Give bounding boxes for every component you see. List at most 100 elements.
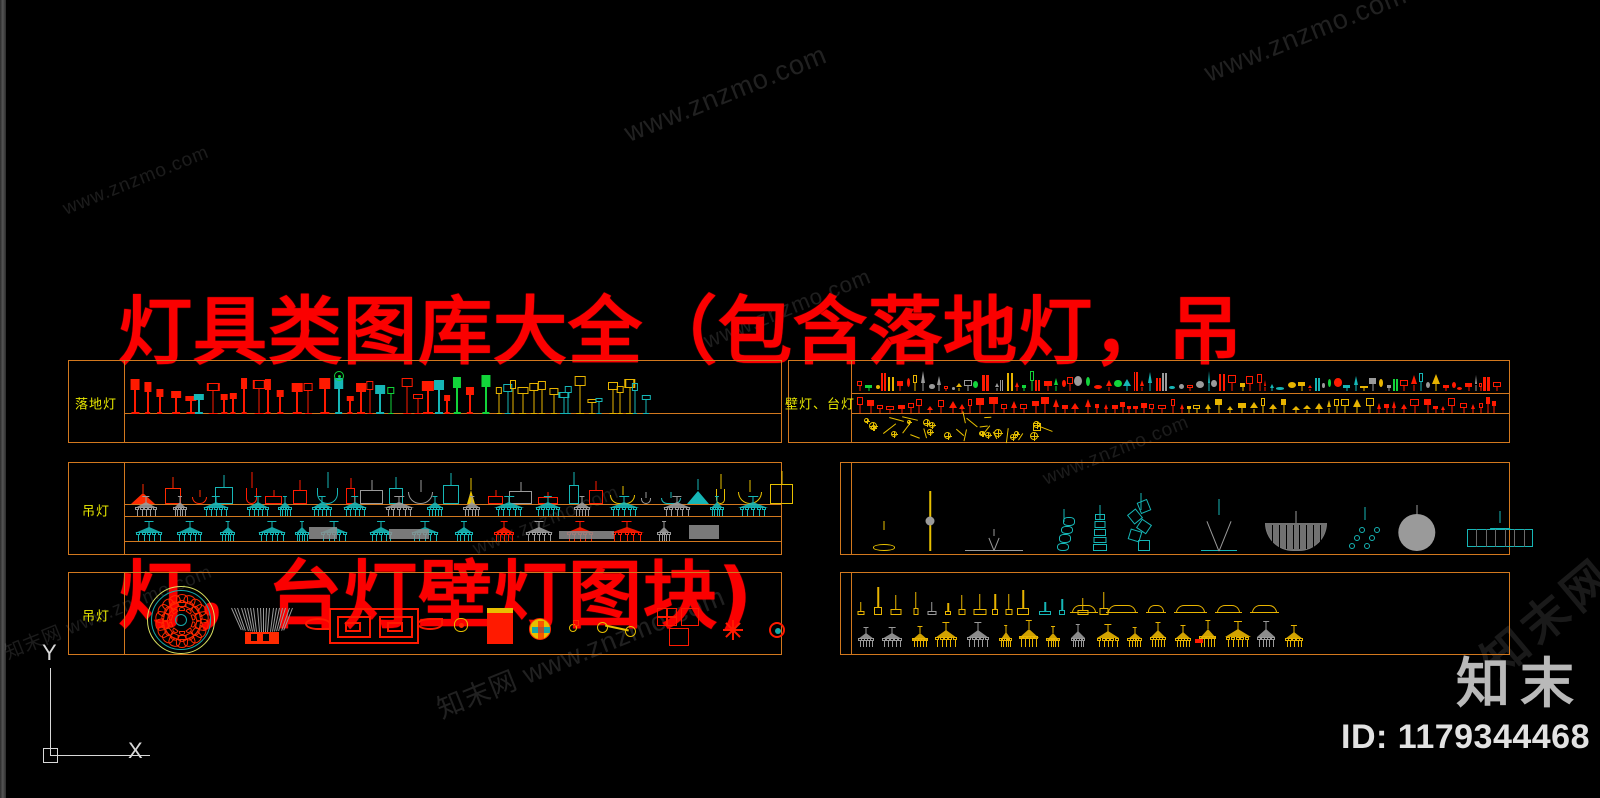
cad-block	[1480, 387, 1481, 391]
cad-block	[1286, 640, 1288, 647]
cad-block	[1328, 375, 1331, 391]
cad-block	[1364, 543, 1370, 549]
cad-block	[666, 535, 668, 541]
cad-block	[1207, 371, 1210, 391]
cad-block	[262, 510, 264, 516]
cad-block	[481, 375, 491, 414]
cad-block	[923, 491, 937, 551]
cad-block	[452, 377, 462, 414]
cad-block	[1213, 638, 1215, 647]
cad-block	[867, 400, 874, 413]
cad-block	[1054, 378, 1058, 391]
cad-block	[926, 420, 928, 427]
cad-block	[553, 510, 554, 516]
cad-block	[1443, 385, 1449, 391]
cad-block	[956, 383, 962, 391]
cad-block	[414, 413, 422, 414]
panel-pendant-lamp-right[interactable]	[840, 462, 1533, 555]
cad-block	[1378, 409, 1380, 413]
cad-block	[1169, 384, 1175, 391]
cad-block	[432, 510, 433, 516]
cad-block	[595, 398, 603, 414]
drawing-title: 灯具类图库大全（包含落地灯，吊 灯，台灯壁灯图块)	[118, 112, 1438, 798]
panel-wall-table-lamp[interactable]: 壁灯、台灯	[785, 360, 1510, 443]
cad-block	[1050, 640, 1052, 647]
cad-block	[526, 532, 531, 536]
cad-block	[892, 641, 893, 647]
cad-block	[533, 391, 535, 414]
cad-block	[1393, 408, 1395, 413]
cad-block	[618, 510, 620, 516]
cad-block	[1126, 386, 1128, 391]
cad-block	[989, 397, 998, 413]
cad-block	[309, 527, 337, 539]
cad-block	[898, 638, 902, 642]
panel-pendant-lamp-bottom-left[interactable]: 吊灯	[68, 572, 785, 655]
cad-block	[1133, 406, 1138, 413]
cad-block	[1270, 636, 1275, 640]
cad-block	[1055, 638, 1060, 642]
cad-block	[345, 622, 361, 632]
cad-block	[947, 603, 949, 612]
cad-block	[434, 412, 443, 414]
cad-block	[1272, 409, 1274, 413]
cad-block	[159, 535, 161, 541]
cad-block	[781, 471, 782, 485]
cad-block	[1263, 380, 1266, 386]
red-lantern-icon	[487, 608, 513, 644]
cad-block	[1037, 380, 1040, 391]
cad-block	[1106, 603, 1138, 613]
cad-block	[955, 428, 965, 437]
cad-block	[1259, 382, 1260, 391]
cad-block	[1020, 638, 1022, 647]
cad-block	[376, 535, 378, 541]
cad-block	[269, 532, 274, 536]
cad-block	[1256, 621, 1276, 647]
cad-block	[471, 510, 473, 516]
panel-pendant-lamp-bottom-right[interactable]	[840, 572, 1510, 655]
panel-pendant-lamp-left[interactable]: 吊灯	[68, 462, 793, 555]
cad-block	[876, 383, 880, 391]
cad-block	[747, 510, 749, 516]
cad-block	[260, 535, 262, 541]
cad-block	[1054, 378, 1058, 385]
cad-block	[1410, 375, 1417, 384]
cad-block	[1039, 611, 1051, 615]
cad-block	[185, 521, 194, 522]
cad-block	[1272, 639, 1274, 647]
cad-canvas[interactable]: www.znzmo.com www.znzmo.com www.znzmo.co…	[0, 0, 1600, 798]
cad-block	[748, 496, 758, 497]
cad-block	[477, 510, 479, 516]
cad-block	[1288, 379, 1296, 391]
cad-block	[1419, 373, 1423, 391]
cad-block	[350, 496, 359, 497]
cad-block	[901, 408, 902, 413]
cad-block	[1143, 407, 1145, 413]
cad-block	[1334, 378, 1342, 387]
cad-block	[518, 507, 523, 511]
cad-block	[1261, 398, 1265, 406]
cad-block	[330, 510, 331, 516]
cad-block	[433, 380, 444, 414]
cad-block	[1105, 409, 1106, 413]
cad-block	[923, 419, 931, 427]
cad-block	[930, 430, 931, 436]
block-row-pendant-yellow-a	[855, 583, 1279, 615]
left-edge-scrollbar[interactable]	[0, 0, 6, 798]
cad-block	[1005, 594, 1012, 615]
cad-block	[439, 507, 443, 511]
cad-block	[660, 496, 693, 516]
cad-block	[1369, 535, 1375, 541]
cad-block	[1250, 603, 1279, 613]
cad-block	[883, 521, 885, 530]
cad-block	[419, 521, 430, 522]
cad-block	[1276, 387, 1284, 390]
cad-block	[199, 535, 201, 541]
cad-block	[1297, 640, 1299, 647]
cad-block	[1009, 640, 1011, 647]
panel-floor-lamp[interactable]: 落地灯	[68, 360, 782, 443]
cad-block	[1400, 380, 1408, 391]
cad-block	[967, 385, 969, 391]
ucs-y-label: Y	[42, 640, 57, 665]
cad-block	[927, 611, 936, 615]
